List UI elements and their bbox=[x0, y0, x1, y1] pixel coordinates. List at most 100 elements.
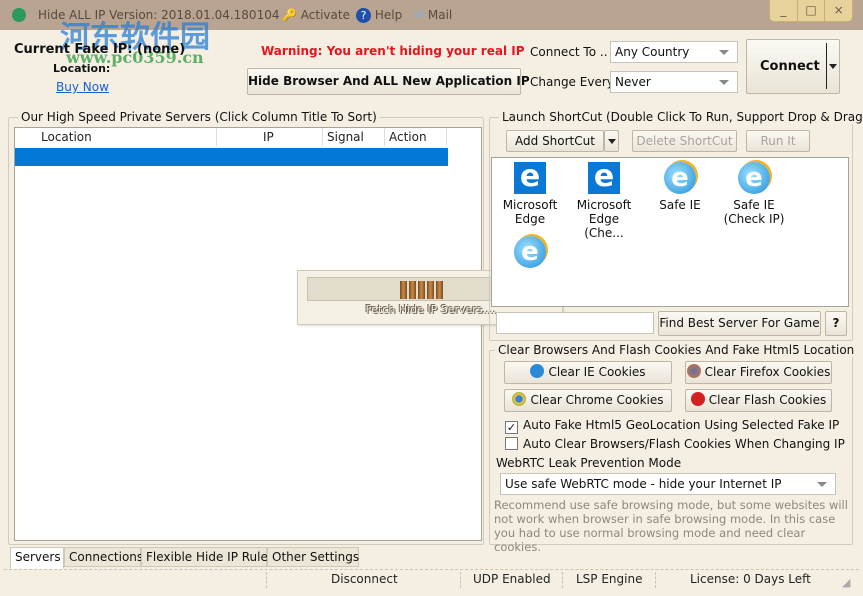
connect-split-divider bbox=[826, 43, 827, 89]
chevron-down-icon bbox=[608, 139, 616, 144]
auto-clear-label: Auto Clear Browsers/Flash Cookies When C… bbox=[523, 437, 845, 451]
status-udp: UDP Enabled bbox=[473, 572, 551, 586]
help-link[interactable]: ? Help bbox=[356, 8, 402, 23]
clear-ie-cookies-button[interactable]: Clear IE Cookies bbox=[504, 361, 672, 384]
close-button[interactable]: × bbox=[825, 0, 852, 21]
country-select[interactable]: Any Country bbox=[610, 41, 738, 63]
current-fake-ip: Current Fake IP: (none) bbox=[14, 42, 186, 57]
help-button[interactable]: ? bbox=[825, 311, 847, 336]
mail-label: Mail bbox=[427, 8, 453, 22]
status-separator bbox=[266, 572, 267, 588]
auto-geo-checkbox[interactable]: ✓ Auto Fake Html5 GeoLocation Using Selec… bbox=[505, 418, 839, 434]
checkbox-unchecked-icon bbox=[505, 437, 518, 450]
tab-flexible-rules[interactable]: Flexible Hide IP Rules bbox=[141, 547, 274, 567]
hide-all-ip-button[interactable]: Hide Browser And ALL New Application IP bbox=[247, 68, 530, 95]
connect-label: Connect bbox=[760, 59, 820, 74]
status-separator bbox=[655, 572, 656, 588]
column-signal[interactable]: Signal bbox=[323, 128, 385, 146]
progress-block bbox=[436, 281, 443, 299]
change-every-select[interactable]: Never bbox=[610, 71, 738, 93]
chevron-down-icon bbox=[719, 50, 729, 55]
find-best-server-button[interactable]: Find Best Server For Game bbox=[658, 311, 821, 336]
progress-blocks bbox=[400, 281, 443, 299]
buy-now-link[interactable]: Buy Now bbox=[56, 80, 109, 94]
help-label: Help bbox=[374, 8, 403, 22]
clear-chrome-cookies-button[interactable]: Clear Chrome Cookies bbox=[504, 389, 672, 412]
warning-text: Warning: You aren't hiding your real IP bbox=[261, 44, 525, 58]
tab-other-settings[interactable]: Other Settings bbox=[267, 547, 359, 567]
status-connection: Disconnect bbox=[331, 572, 398, 586]
country-value: Any Country bbox=[615, 45, 690, 59]
chevron-down-icon bbox=[817, 482, 827, 487]
status-license: License: 0 Days Left bbox=[690, 572, 811, 586]
column-ip[interactable]: IP bbox=[217, 128, 323, 146]
progress-block bbox=[409, 281, 416, 299]
shortcut-item[interactable]: e Microsoft Edge bbox=[494, 162, 566, 227]
servers-group-title: Our High Speed Private Servers (Click Co… bbox=[18, 110, 380, 124]
flash-icon bbox=[690, 392, 705, 406]
maximize-button[interactable]: □ bbox=[798, 0, 826, 21]
status-separator bbox=[562, 572, 563, 588]
ie-icon: e bbox=[514, 236, 546, 268]
connect-dropdown-icon[interactable] bbox=[829, 64, 837, 69]
auto-geo-label: Auto Fake Html5 GeoLocation Using Select… bbox=[523, 418, 840, 432]
help-icon: ? bbox=[356, 8, 371, 23]
activate-link[interactable]: 🔑 Activate bbox=[282, 8, 350, 22]
clear-flash-label: Clear Flash Cookies bbox=[708, 393, 827, 407]
shortcut-label: Safe IE (Check IP) bbox=[723, 198, 785, 226]
location-label: Location: bbox=[53, 62, 111, 75]
progress-block bbox=[400, 281, 407, 299]
shortcut-item[interactable]: e Microsoft Edge (Che... bbox=[568, 162, 640, 241]
tab-servers[interactable]: Servers bbox=[10, 547, 64, 569]
webrtc-note: Recommend use safe browsing mode, but so… bbox=[494, 498, 848, 554]
window-controls: _ □ × bbox=[769, 0, 853, 22]
connect-to-label: Connect To .. bbox=[530, 45, 608, 59]
game-search-input[interactable] bbox=[496, 312, 654, 334]
shortcut-list[interactable]: e Microsoft Edge e Microsoft Edge (Che... … bbox=[491, 157, 849, 307]
auto-clear-checkbox[interactable]: Auto Clear Browsers/Flash Cookies When C… bbox=[505, 437, 845, 451]
progress-block bbox=[427, 281, 434, 299]
clear-chrome-label: Clear Chrome Cookies bbox=[530, 393, 664, 407]
shortcut-label: Microsoft Edge (Che... bbox=[576, 198, 632, 240]
webrtc-label: WebRTC Leak Prevention Mode bbox=[496, 456, 682, 470]
activate-label: Activate bbox=[300, 8, 350, 22]
clear-ie-label: Clear IE Cookies bbox=[548, 365, 646, 379]
column-action[interactable]: Action bbox=[385, 128, 447, 146]
mail-icon: ✉ bbox=[414, 8, 425, 22]
shortcut-item[interactable]: e Safe IE bbox=[644, 162, 716, 212]
shortcut-label: Microsoft Edge bbox=[502, 198, 558, 226]
clear-flash-cookies-button[interactable]: Clear Flash Cookies bbox=[685, 389, 832, 412]
table-row-selected[interactable] bbox=[15, 148, 448, 166]
delete-shortcut-button[interactable]: Delete ShortCut bbox=[632, 130, 737, 152]
webrtc-value: Use safe WebRTC mode - hide your Interne… bbox=[505, 477, 782, 491]
chrome-icon bbox=[512, 392, 527, 406]
minimize-button[interactable]: _ bbox=[770, 0, 798, 21]
shortcut-group-title: Launch ShortCut (Double Click To Run, Su… bbox=[499, 110, 863, 124]
status-separator bbox=[460, 572, 461, 588]
edge-icon: e bbox=[588, 162, 620, 194]
ie-icon: e bbox=[738, 162, 770, 194]
app-icon bbox=[12, 8, 26, 22]
clear-firefox-label: Clear Firefox Cookies bbox=[704, 365, 831, 379]
run-it-button[interactable]: Run It bbox=[746, 130, 810, 152]
webrtc-mode-select[interactable]: Use safe WebRTC mode - hide your Interne… bbox=[500, 473, 836, 495]
checkbox-checked-icon: ✓ bbox=[505, 421, 518, 434]
mail-link[interactable]: ✉ Mail bbox=[414, 8, 452, 22]
resize-grip-icon[interactable]: ◢ bbox=[842, 576, 850, 589]
column-location[interactable]: Location bbox=[37, 128, 217, 146]
ie-icon bbox=[530, 364, 545, 378]
add-shortcut-dropdown[interactable] bbox=[604, 130, 619, 152]
server-list[interactable]: Location IP Signal Action bbox=[14, 127, 482, 541]
cookies-group-title: Clear Browsers And Flash Cookies And Fak… bbox=[495, 343, 858, 357]
shortcut-label: Safe IE bbox=[659, 198, 701, 212]
key-icon: 🔑 bbox=[282, 8, 297, 22]
chevron-down-icon bbox=[719, 80, 729, 85]
change-every-value: Never bbox=[615, 75, 651, 89]
clear-firefox-cookies-button[interactable]: Clear Firefox Cookies bbox=[685, 361, 832, 384]
shortcut-item[interactable]: e bbox=[494, 236, 566, 272]
change-every-label: Change Every bbox=[530, 75, 614, 89]
add-shortcut-button[interactable]: Add ShortCut bbox=[506, 130, 604, 152]
tab-connections[interactable]: Connections bbox=[64, 547, 143, 567]
ie-icon: e bbox=[664, 162, 696, 194]
shortcut-item[interactable]: e Safe IE (Check IP) bbox=[718, 162, 790, 226]
